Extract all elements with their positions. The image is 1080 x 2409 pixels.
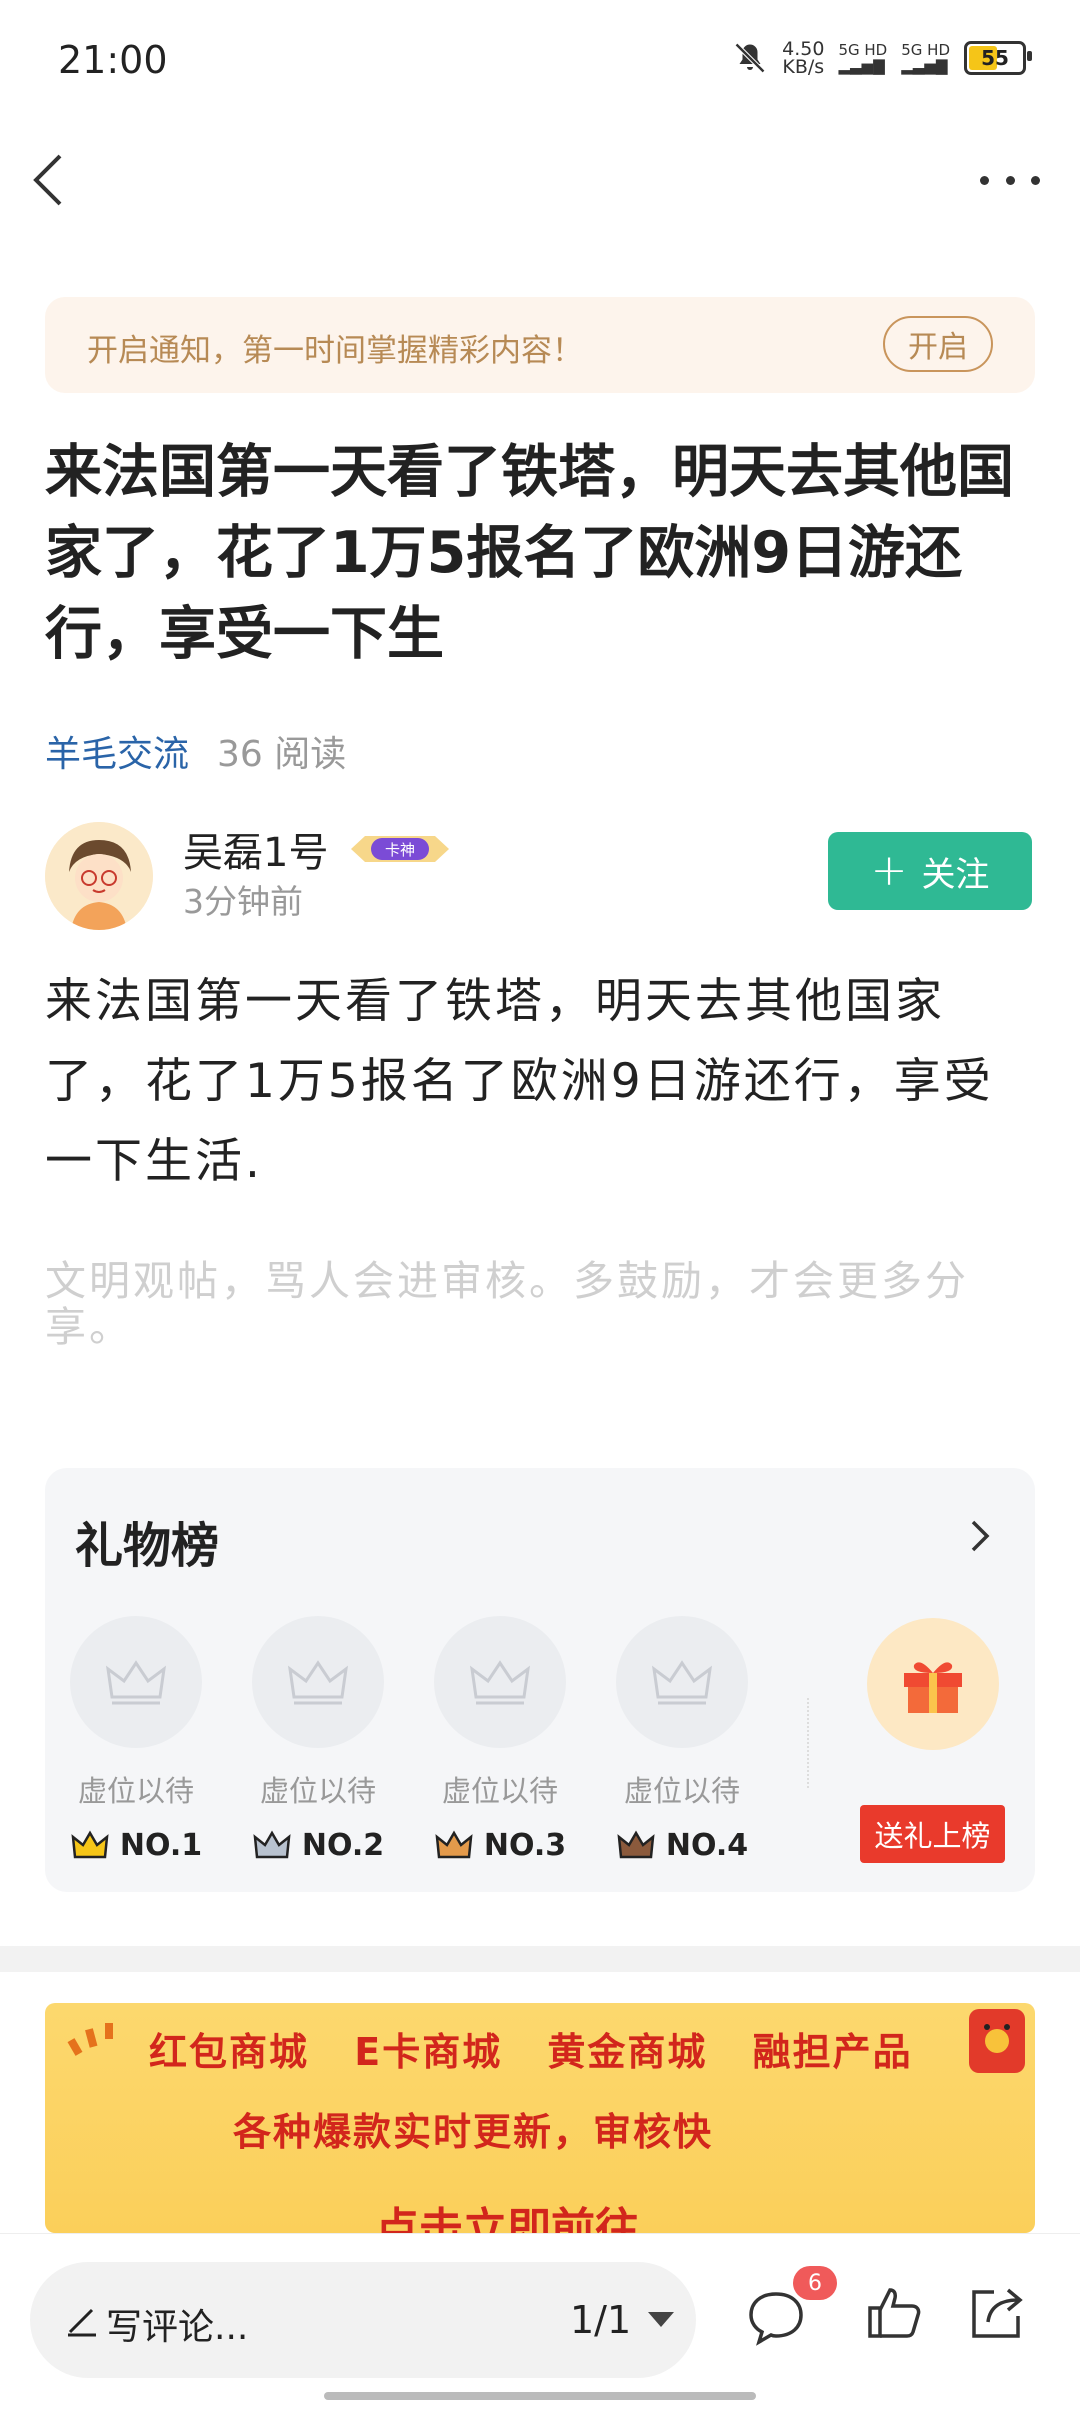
chevron-right-icon[interactable] [965,1516,995,1556]
avatar[interactable] [45,822,153,930]
crown-brown-icon [617,1830,655,1858]
notification-text: 开启通知，第一时间掌握精彩内容！ [87,333,583,369]
gift-slot[interactable]: 虚位以待 NO.1 [61,1616,211,1863]
signal-2: 5G HD ▂▃▅▇ [901,41,950,75]
home-indicator[interactable] [324,2392,756,2400]
read-count: 36 阅读 [217,734,347,775]
promo-line-1: 红包商城 E卡商城 黄金商城 融担产品 [149,2030,913,2074]
promo-line-2: 各种爆款实时更新，审核快 [233,2110,714,2154]
section-separator [0,1946,1080,1972]
sparkle-icon [67,2023,113,2056]
gift-board: 礼物榜 虚位以待 NO.1 虚位以待 NO.2 虚位以待 NO.3 虚位以待 N… [45,1468,1035,1892]
thumbs-up-icon[interactable] [864,2282,926,2344]
promo-line-3: 点击立即前往 [375,2204,639,2233]
gift-slot[interactable]: 虚位以待 NO.4 [607,1616,757,1863]
status-time: 21:00 [58,38,168,82]
bottom-action-bar: 写评论... 1/1 6 [0,2233,1080,2409]
promo-banner[interactable]: 红包商城 E卡商城 黄金商城 融担产品 各种爆款实时更新，审核快 点击立即前往 [45,2003,1035,2233]
crown-icon [616,1616,748,1748]
enable-notification-button[interactable]: 开启 [883,316,993,372]
gift-slot[interactable]: 虚位以待 NO.3 [425,1616,575,1863]
back-arrow-icon[interactable] [26,150,76,210]
battery-icon: 55 [964,41,1032,75]
crown-icon [252,1616,384,1748]
status-icons: 4.50 KB/s 5G HD ▂▃▅▇ 5G HD ▂▃▅▇ 55 [732,38,1032,78]
signal-bars-icon: ▂▃▅▇ [838,57,885,75]
plus-icon: + [870,845,908,896]
top-nav [0,140,1080,220]
net-speed: 4.50 KB/s [782,38,825,78]
dropdown-arrow-icon[interactable] [648,2312,674,2327]
article-body: 来法国第一天看了铁塔，明天去其他国家了，花了1万5报名了欧洲9日游还行，享受一下… [45,974,994,1189]
crown-gold-icon [71,1830,109,1858]
notification-banner: 开启通知，第一时间掌握精彩内容！ 开启 [45,297,1035,393]
comment-input[interactable]: 写评论... 1/1 [30,2262,696,2378]
send-gift-button[interactable]: 送礼上榜 [860,1805,1005,1863]
status-bar: 21:00 4.50 KB/s 5G HD ▂▃▅▇ 5G HD ▂▃▅▇ 55 [0,0,1080,120]
share-icon[interactable] [966,2282,1028,2344]
avatar-image [45,822,153,930]
follow-button[interactable]: + 关注 [828,832,1032,910]
author-level-badge: 卡神 [351,836,449,862]
category-link[interactable]: 羊毛交流 [45,725,189,777]
gift-box-icon[interactable] [867,1618,999,1750]
crown-icon [70,1616,202,1748]
author-name[interactable]: 吴磊1号 [183,820,328,878]
follow-label: 关注 [921,854,990,895]
comment-hint: 文明观帖，骂人会进审核。多鼓励，才会更多分享。 [45,1257,969,1351]
article-title: 来法国第一天看了铁塔，明天去其他国家了，花了1万5报名了欧洲9日游还行，享受一下… [45,439,1014,667]
more-options-icon[interactable] [980,160,1040,200]
divider [807,1698,809,1788]
gift-board-title: 礼物榜 [75,1518,220,1574]
comment-placeholder: 写评论... [106,2307,249,2348]
article-meta: 羊毛交流 36 阅读 [45,725,346,777]
signal-bars-icon: ▂▃▅▇ [901,57,948,75]
svg-text:卡神: 卡神 [385,841,415,859]
crown-bronze-icon [435,1830,473,1858]
pen-icon [68,2308,96,2337]
crown-silver-icon [253,1830,291,1858]
gift-slot[interactable]: 虚位以待 NO.2 [243,1616,393,1863]
mute-bell-icon [735,42,766,74]
page-indicator[interactable]: 1/1 [570,2298,631,2342]
comment-count-badge: 6 [793,2266,837,2300]
post-time: 3分钟前 [183,882,303,921]
red-envelope-mascot-icon [969,2009,1025,2073]
signal-1: 5G HD ▂▃▅▇ [838,41,888,75]
crown-icon [434,1616,566,1748]
